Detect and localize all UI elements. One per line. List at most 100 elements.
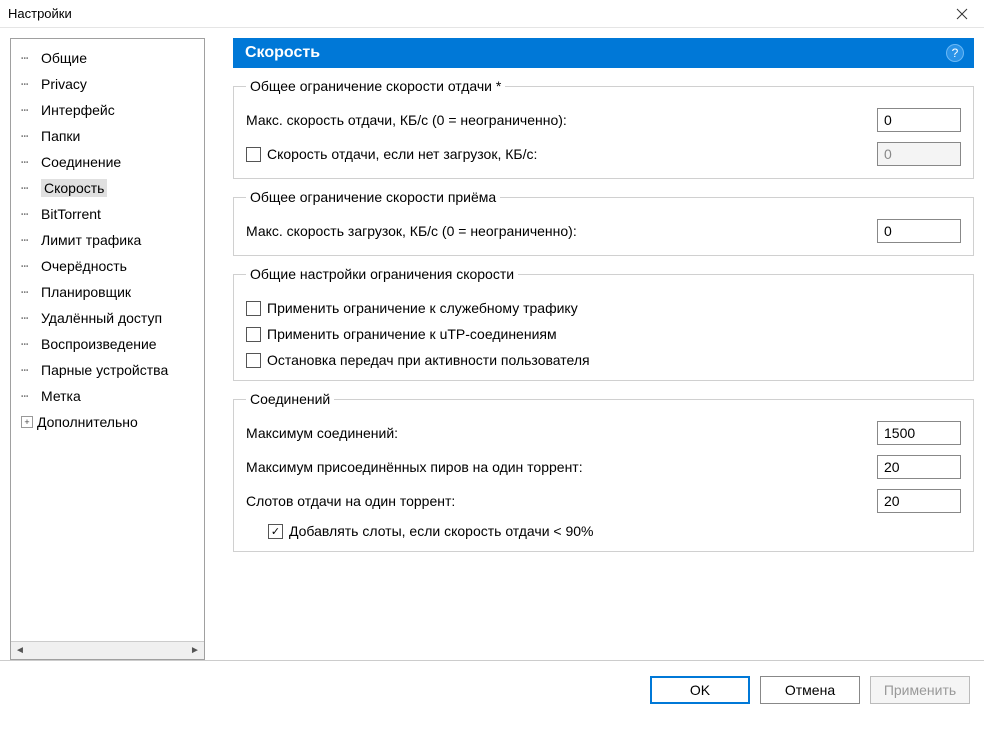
window-title: Настройки (8, 6, 72, 21)
tree-item-playback[interactable]: ⋯Воспроизведение (15, 331, 200, 357)
utp-check-label: Применить ограничение к uTP-соединениям (267, 326, 557, 342)
tree-item-label: Скорость (41, 179, 107, 197)
max-download-row: Макс. скорость загрузок, КБ/с (0 = неогр… (246, 219, 961, 243)
tree-item-privacy[interactable]: ⋯Privacy (15, 71, 200, 97)
max-peers-input[interactable] (877, 455, 961, 479)
group-legend: Общее ограничение скорости отдачи * (246, 78, 505, 94)
settings-groups: Общее ограничение скорости отдачи * Макс… (233, 68, 974, 552)
settings-tree-panel: ⋯Общие ⋯Privacy ⋯Интерфейс ⋯Папки ⋯Соеди… (10, 38, 205, 660)
apply-button: Применить (870, 676, 970, 704)
user-activity-check-label: Остановка передач при активности пользов… (267, 352, 590, 368)
horizontal-scrollbar[interactable]: ◄ ► (11, 641, 204, 659)
rate-settings-group: Общие настройки ограничения скорости При… (233, 266, 974, 381)
overhead-check-label: Применить ограничение к служебному трафи… (267, 300, 578, 316)
tree-item-label: BitTorrent (41, 206, 101, 222)
tree-item-bittorrent[interactable]: ⋯BitTorrent (15, 201, 200, 227)
tree-item-interface[interactable]: ⋯Интерфейс (15, 97, 200, 123)
tree-item-label: Очерёдность (41, 258, 127, 274)
tree-item-speed[interactable]: ⋯Скорость (15, 175, 200, 201)
overhead-check-row: Применить ограничение к служебному трафи… (246, 300, 961, 316)
max-upload-label: Макс. скорость отдачи, КБ/с (0 = неогран… (246, 112, 567, 128)
content: ⋯Общие ⋯Privacy ⋯Интерфейс ⋯Папки ⋯Соеди… (0, 28, 984, 660)
dialog-button-bar: OK Отмена Применить (0, 660, 984, 718)
idle-upload-checkbox[interactable] (246, 147, 261, 162)
group-legend: Соединений (246, 391, 334, 407)
add-slots-check-label: Добавлять слоты, если скорость отдачи < … (289, 523, 594, 539)
tree-item-traffic-limit[interactable]: ⋯Лимит трафика (15, 227, 200, 253)
close-icon (956, 8, 968, 20)
tree-branch-icon: ⋯ (21, 103, 41, 117)
max-download-input[interactable] (877, 219, 961, 243)
expander-icon[interactable]: + (21, 416, 33, 428)
utp-checkbox[interactable] (246, 327, 261, 342)
tree-item-label: Интерфейс (41, 102, 115, 118)
tree-item-scheduler[interactable]: ⋯Планировщик (15, 279, 200, 305)
idle-upload-input (877, 142, 961, 166)
tree-item-general[interactable]: ⋯Общие (15, 45, 200, 71)
tree-item-label: Дополнительно (37, 414, 138, 430)
connections-group: Соединений Максимум соединений: Максимум… (233, 391, 974, 552)
tree-branch-icon: ⋯ (21, 363, 41, 377)
max-peers-row: Максимум присоединённых пиров на один то… (246, 455, 961, 479)
idle-upload-text: Скорость отдачи, если нет загрузок, КБ/с… (267, 146, 537, 162)
tree-item-advanced[interactable]: + Дополнительно (15, 409, 200, 435)
main-panel: Скорость ? Общее ограничение скорости от… (205, 38, 974, 660)
upload-limit-group: Общее ограничение скорости отдачи * Макс… (233, 78, 974, 179)
close-button[interactable] (940, 0, 984, 28)
tree-branch-icon: ⋯ (21, 285, 41, 299)
max-upload-input[interactable] (877, 108, 961, 132)
tree-item-connection[interactable]: ⋯Соединение (15, 149, 200, 175)
scroll-right-arrow[interactable]: ► (186, 642, 204, 659)
tree-item-label: Папки (41, 128, 80, 144)
max-connections-input[interactable] (877, 421, 961, 445)
scroll-left-arrow[interactable]: ◄ (11, 642, 29, 659)
tree-item-paired-devices[interactable]: ⋯Парные устройства (15, 357, 200, 383)
add-slots-check-row: Добавлять слоты, если скорость отдачи < … (268, 523, 961, 539)
tree-item-label: Лимит трафика (41, 232, 141, 248)
download-limit-group: Общее ограничение скорости приёма Макс. … (233, 189, 974, 256)
tree-item-label: Парные устройства (41, 362, 168, 378)
max-upload-row: Макс. скорость отдачи, КБ/с (0 = неогран… (246, 108, 961, 132)
max-peers-label: Максимум присоединённых пиров на один то… (246, 459, 583, 475)
overhead-checkbox[interactable] (246, 301, 261, 316)
upload-slots-input[interactable] (877, 489, 961, 513)
tree-item-label: Планировщик (41, 284, 131, 300)
upload-slots-row: Слотов отдачи на один торрент: (246, 489, 961, 513)
upload-slots-label: Слотов отдачи на один торрент: (246, 493, 455, 509)
add-slots-checkbox[interactable] (268, 524, 283, 539)
tree-item-folders[interactable]: ⋯Папки (15, 123, 200, 149)
tree-branch-icon: ⋯ (21, 51, 41, 65)
idle-upload-row: Скорость отдачи, если нет загрузок, КБ/с… (246, 142, 961, 166)
page-header: Скорость ? (233, 38, 974, 68)
idle-upload-label: Скорость отдачи, если нет загрузок, КБ/с… (246, 146, 537, 162)
ok-button[interactable]: OK (650, 676, 750, 704)
group-legend: Общие настройки ограничения скорости (246, 266, 518, 282)
tree-branch-icon: ⋯ (21, 337, 41, 351)
utp-check-row: Применить ограничение к uTP-соединениям (246, 326, 961, 342)
tree-item-label: Удалённый доступ (41, 310, 162, 326)
tree-branch-icon: ⋯ (21, 259, 41, 273)
tree-item-label[interactable]: ⋯Метка (15, 383, 200, 409)
tree-item-remote[interactable]: ⋯Удалённый доступ (15, 305, 200, 331)
page-title: Скорость (245, 44, 320, 62)
help-icon[interactable]: ? (946, 44, 964, 62)
user-activity-check-row: Остановка передач при активности пользов… (246, 352, 961, 368)
tree-branch-icon: ⋯ (21, 311, 41, 325)
tree-branch-icon: ⋯ (21, 181, 41, 195)
tree-item-label: Соединение (41, 154, 121, 170)
group-legend: Общее ограничение скорости приёма (246, 189, 500, 205)
max-connections-row: Максимум соединений: (246, 421, 961, 445)
tree-branch-icon: ⋯ (21, 207, 41, 221)
tree-item-queue[interactable]: ⋯Очерёдность (15, 253, 200, 279)
tree-item-label: Общие (41, 50, 87, 66)
tree-item-label: Воспроизведение (41, 336, 157, 352)
max-connections-label: Максимум соединений: (246, 425, 398, 441)
max-download-label: Макс. скорость загрузок, КБ/с (0 = неогр… (246, 223, 577, 239)
tree-branch-icon: ⋯ (21, 389, 41, 403)
tree-item-label: Privacy (41, 76, 87, 92)
user-activity-checkbox[interactable] (246, 353, 261, 368)
cancel-button[interactable]: Отмена (760, 676, 860, 704)
titlebar: Настройки (0, 0, 984, 28)
tree-branch-icon: ⋯ (21, 155, 41, 169)
tree-branch-icon: ⋯ (21, 77, 41, 91)
